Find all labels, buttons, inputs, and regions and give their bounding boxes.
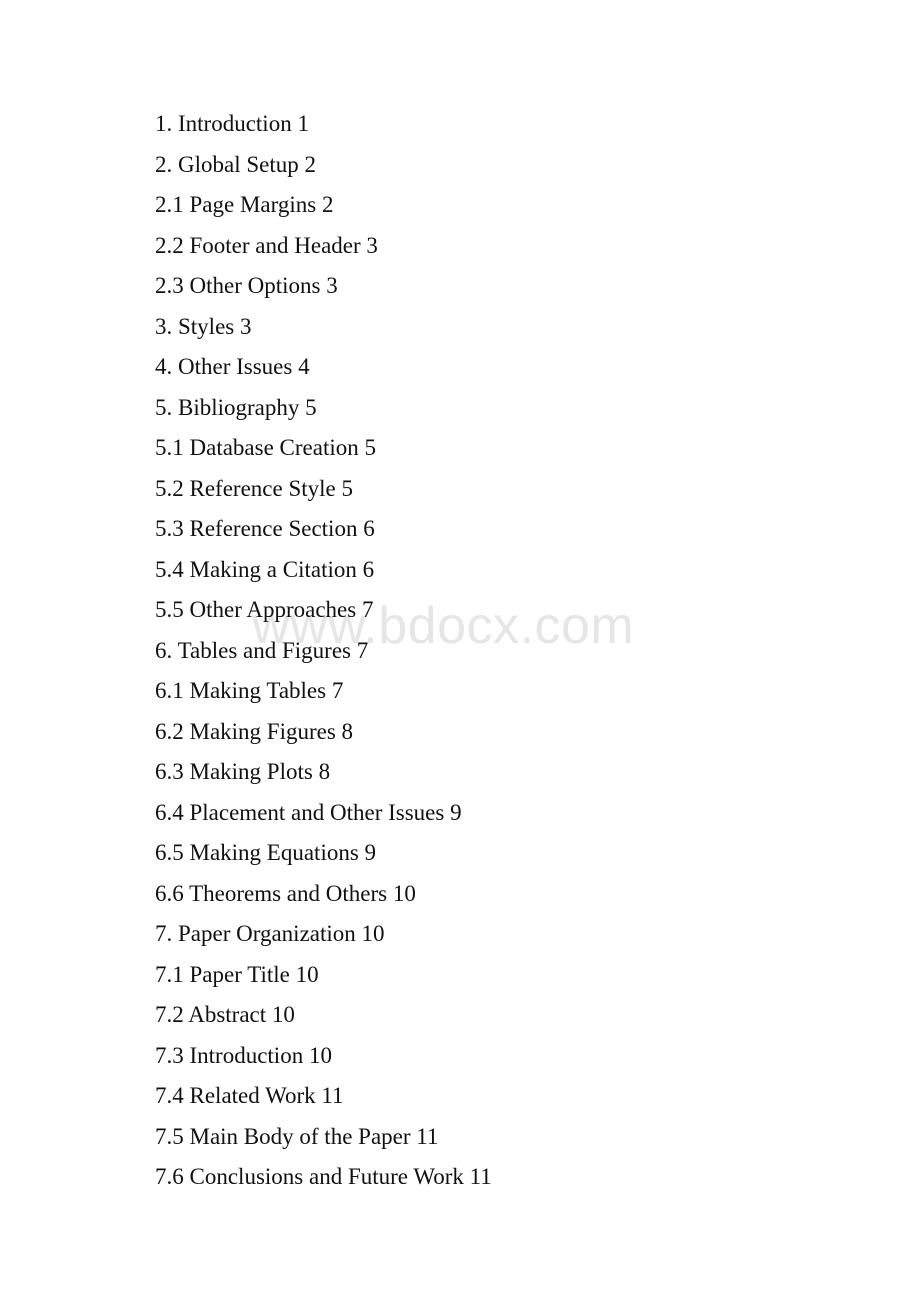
toc-entry-text: 2.3 Other Options 3	[155, 273, 338, 298]
toc-entry[interactable]: 7.2 Abstract 10	[155, 995, 855, 1036]
toc-entry-text: 5. Bibliography 5	[155, 394, 317, 420]
toc-entry-text: 6.6 Theorems and Others 10	[155, 880, 416, 906]
toc-entry-text: 6.2 Making Figures 8	[155, 718, 354, 744]
toc-entry-text: 6.5 Making Equations 9	[155, 840, 377, 865]
toc-entry-text: 2.2 Footer and Header 3	[155, 232, 378, 258]
toc-entry[interactable]: 3. Styles 3	[155, 307, 855, 348]
toc-entry[interactable]: 5.2 Reference Style 5	[155, 469, 855, 510]
table-of-contents: 1. Introduction 1 2. Global Setup 2 2.1 Pa…	[155, 104, 855, 1198]
toc-entry[interactable]: 6.2 Making Figures 8	[155, 712, 855, 753]
toc-entry[interactable]: 1. Introduction 1	[155, 104, 855, 145]
toc-entry[interactable]: 4. Other Issues 4	[155, 347, 855, 388]
toc-entry[interactable]: 6.3 Making Plots 8	[155, 752, 855, 793]
toc-entry[interactable]: 7.4 Related Work 11	[155, 1076, 855, 1117]
document-page: www.bdocx.com 1. Introduction 1 2. Global…	[0, 0, 920, 1302]
toc-entry[interactable]: 7. Paper Organization 10	[155, 914, 855, 955]
toc-entry[interactable]: 5. Bibliography 5	[155, 388, 855, 429]
toc-entry[interactable]: 7.3 Introduction 10	[155, 1036, 855, 1077]
toc-entry[interactable]: 6.1 Making Tables 7	[155, 671, 855, 712]
toc-entry[interactable]: 2.1 Page Margins 2	[155, 185, 855, 226]
toc-entry[interactable]: 5.1 Database Creation 5	[155, 428, 855, 469]
toc-entry[interactable]: 6. Tables and Figures 7	[155, 631, 855, 672]
toc-entry-text: 7.2 Abstract 10	[155, 1002, 295, 1027]
toc-entry-text: 7. Paper Organization 10	[155, 921, 385, 946]
toc-entry[interactable]: 2.3 Other Options 3	[155, 266, 855, 307]
toc-entry-text: 2.1 Page Margins 2	[155, 192, 334, 217]
toc-entry-text: 5.3 Reference Section 6	[155, 516, 375, 541]
toc-entry-text: 7.3 Introduction 10	[155, 1042, 332, 1068]
toc-entry[interactable]: 7.6 Conclusions and Future Work 11	[155, 1157, 855, 1198]
toc-entry[interactable]: 6.5 Making Equations 9	[155, 833, 855, 874]
toc-entry[interactable]: 7.5 Main Body of the Paper 11	[155, 1117, 855, 1158]
toc-entry-text: 2. Global Setup 2	[155, 151, 316, 177]
toc-entry-text: 6. Tables and Figures 7	[155, 637, 369, 663]
toc-entry-text: 5.2 Reference Style 5	[155, 475, 353, 501]
toc-entry-text: 6.4 Placement and Other Issues 9	[155, 799, 462, 825]
toc-entry[interactable]: 7.1 Paper Title 10	[155, 955, 855, 996]
toc-entry-text: 5.5 Other Approaches 7	[155, 597, 374, 622]
toc-entry[interactable]: 5.4 Making a Citation 6	[155, 550, 855, 591]
toc-entry-text: 7.5 Main Body of the Paper 11	[155, 1123, 439, 1149]
toc-entry[interactable]: 5.5 Other Approaches 7	[155, 590, 855, 631]
toc-entry-text: 7.6 Conclusions and Future Work 11	[155, 1164, 492, 1189]
toc-entry-text: 5.1 Database Creation 5	[155, 435, 376, 460]
toc-entry[interactable]: 2. Global Setup 2	[155, 145, 855, 186]
toc-entry-text: 6.1 Making Tables 7	[155, 678, 344, 703]
toc-entry[interactable]: 2.2 Footer and Header 3	[155, 226, 855, 267]
toc-entry-text: 4. Other Issues 4	[155, 354, 310, 379]
toc-entry-text: 7.1 Paper Title 10	[155, 961, 319, 987]
toc-entry-text: 1. Introduction 1	[155, 111, 309, 136]
toc-entry-text: 6.3 Making Plots 8	[155, 759, 331, 784]
toc-entry[interactable]: 6.6 Theorems and Others 10	[155, 874, 855, 915]
toc-entry-text: 5.4 Making a Citation 6	[155, 556, 375, 582]
toc-entry-text: 7.4 Related Work 11	[155, 1083, 344, 1108]
toc-entry-text: 3. Styles 3	[155, 313, 252, 339]
toc-entry[interactable]: 6.4 Placement and Other Issues 9	[155, 793, 855, 834]
toc-entry[interactable]: 5.3 Reference Section 6	[155, 509, 855, 550]
